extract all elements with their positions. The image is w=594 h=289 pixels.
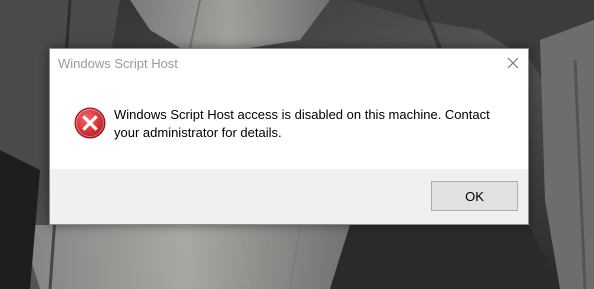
dialog-message: Windows Script Host access is disabled o… (114, 107, 490, 140)
dialog-footer: OK (50, 169, 528, 224)
ok-button[interactable]: OK (431, 181, 518, 211)
message-dialog: Windows Script Host Windows Script Host … (49, 48, 529, 225)
error-icon (74, 107, 106, 139)
dialog-title: Windows Script Host (58, 56, 178, 71)
close-button[interactable] (498, 49, 528, 77)
close-icon (507, 57, 519, 69)
dialog-body: Windows Script Host access is disabled o… (50, 79, 528, 170)
dialog-titlebar[interactable]: Windows Script Host (50, 49, 528, 79)
